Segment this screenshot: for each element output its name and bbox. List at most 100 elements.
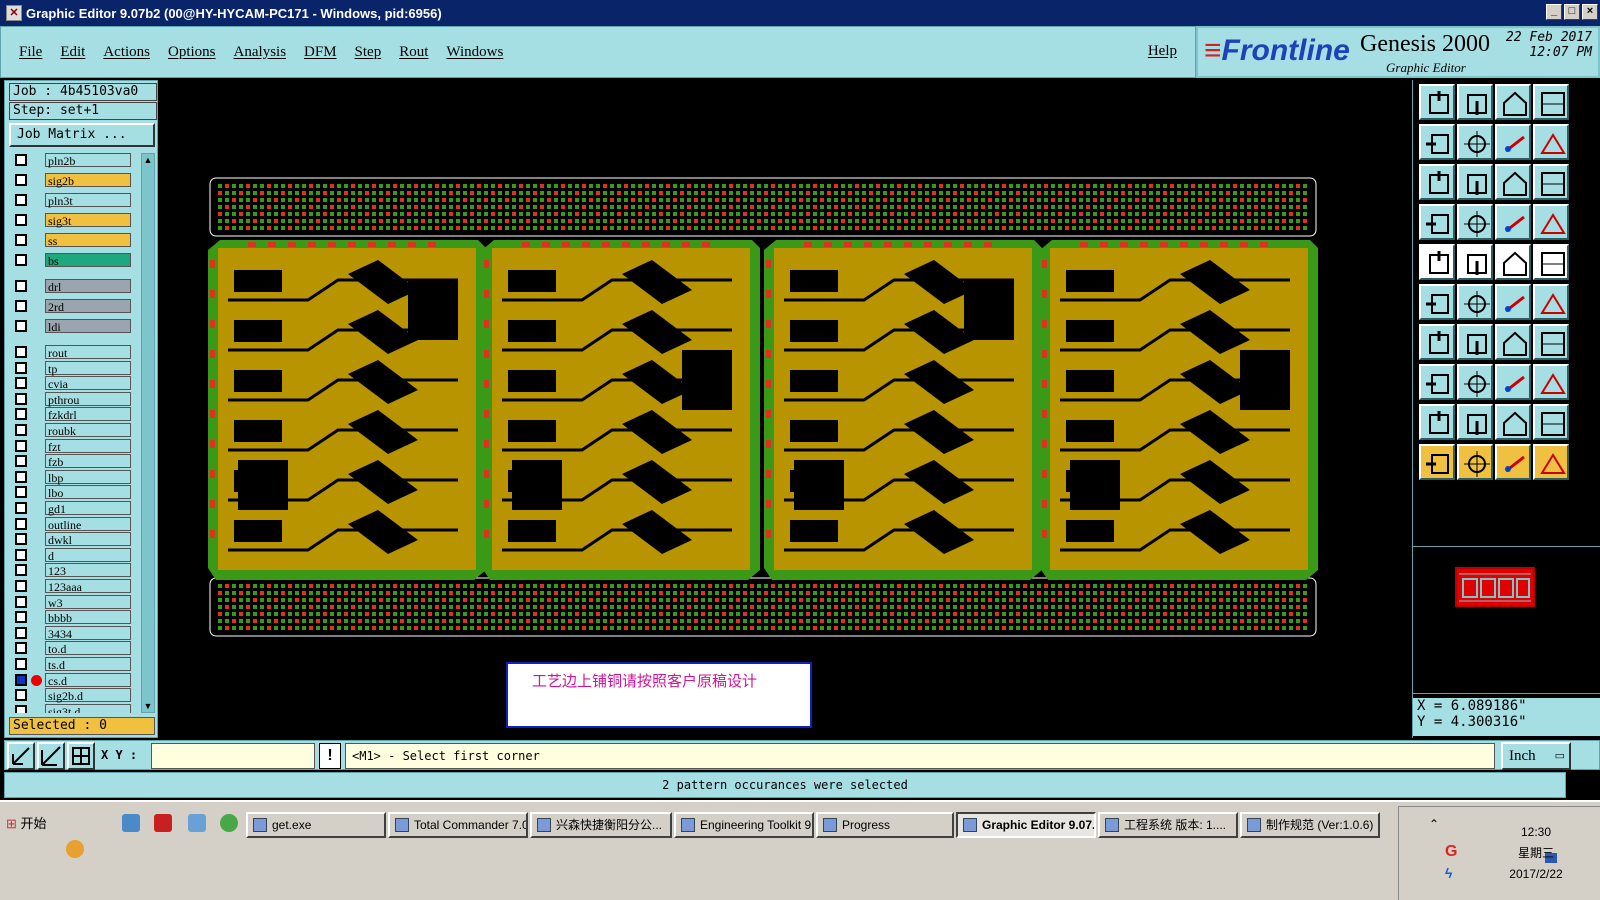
layer-row[interactable]: drl (9, 279, 139, 294)
xy-input[interactable] (151, 743, 315, 769)
grid-icon[interactable] (67, 742, 95, 770)
menu-step[interactable]: Step (355, 44, 382, 61)
poly-b-icon[interactable] (1457, 404, 1493, 440)
layer-checkbox[interactable] (15, 673, 27, 686)
layer-name[interactable]: ldi (45, 319, 131, 334)
menu-rout[interactable]: Rout (399, 44, 428, 61)
exclamation-button[interactable]: ! (319, 743, 341, 769)
layer-row[interactable]: sig3t.d (9, 703, 139, 713)
layer-row[interactable]: bs (9, 253, 139, 268)
layer-name[interactable]: 123 (45, 563, 131, 578)
layer-checkbox[interactable] (15, 642, 27, 655)
fit-window-icon[interactable] (1533, 84, 1569, 120)
layer-checkbox[interactable] (15, 486, 27, 499)
select-box-icon[interactable] (1457, 444, 1493, 480)
dot-icon[interactable] (1533, 244, 1569, 280)
select-poly-icon[interactable] (1495, 444, 1531, 480)
layer-name[interactable]: cvia (45, 376, 131, 391)
layer-name[interactable]: sig2b.d (45, 688, 131, 703)
layer-scrollbar[interactable]: ▲ ▼ (141, 153, 155, 713)
ruler-icon[interactable] (1495, 244, 1531, 280)
minimize-button[interactable]: _ (1546, 4, 1562, 20)
layer-row[interactable]: pln3t (9, 193, 139, 208)
pdf-icon[interactable] (154, 814, 172, 832)
calculator-icon[interactable] (188, 814, 206, 832)
layer-name[interactable]: 123aaa (45, 579, 131, 594)
taskbar-task[interactable]: Progress (816, 812, 954, 838)
text-icon[interactable] (1533, 324, 1569, 360)
layer-checkbox[interactable] (15, 280, 27, 292)
taskbar-task[interactable]: 制作规范 (Ver:1.0.6) (1240, 812, 1380, 838)
layer-row[interactable]: fzkdrl (9, 407, 139, 422)
tray-expand-icon[interactable]: ⌃ (1429, 817, 1439, 831)
layer-row[interactable]: sig2b (9, 173, 139, 188)
move-icon[interactable] (1495, 284, 1531, 320)
menu-file[interactable]: File (19, 44, 42, 61)
unit-selector[interactable]: Inch ▭ (1501, 742, 1571, 770)
layer-checkbox[interactable] (15, 455, 27, 468)
layer-row[interactable]: cs.d (9, 672, 139, 688)
layer-row[interactable]: tp (9, 360, 139, 376)
layer-checkbox[interactable] (15, 564, 27, 577)
pcb-panel-view[interactable] (160, 80, 1410, 660)
layer-name[interactable]: rout (45, 345, 131, 360)
snap-pad-icon[interactable] (1419, 364, 1455, 400)
close-button[interactable]: × (1582, 4, 1598, 20)
taskbar-task[interactable]: 兴森快捷衡阳分公... (530, 812, 672, 838)
layer-name[interactable]: sig2b (45, 173, 131, 188)
layer-name[interactable]: pln3t (45, 193, 131, 208)
layer-row[interactable]: pln2b (9, 153, 139, 168)
layer-name[interactable]: roubk (45, 423, 131, 438)
layer-checkbox[interactable] (15, 300, 27, 312)
layer-checkbox[interactable] (15, 439, 27, 452)
layer-name[interactable]: cs.d (45, 672, 131, 688)
overview-thumbnail[interactable] (1455, 567, 1535, 607)
poly-a-icon[interactable] (1419, 404, 1455, 440)
grid-toggle-icon[interactable] (1457, 204, 1493, 240)
layer-name[interactable]: bs (45, 253, 131, 268)
layer-row[interactable]: sig3t (9, 213, 139, 228)
graphic-canvas[interactable]: 工艺边上铺铜请按照客户原稿设计 (160, 80, 1410, 738)
layer-name[interactable]: ts.d (45, 657, 131, 672)
layer-name[interactable]: ss (45, 233, 131, 248)
layer-checkbox[interactable] (15, 174, 27, 186)
layer-checkbox[interactable] (15, 580, 27, 592)
layer-row[interactable]: ts.d (9, 657, 139, 672)
layer-row[interactable]: sig2b.d (9, 688, 139, 703)
pan-right-icon[interactable] (1457, 124, 1493, 160)
layer-row[interactable]: lbp (9, 469, 139, 485)
layer-checkbox[interactable] (15, 689, 27, 702)
layer-row[interactable]: roubk (9, 423, 139, 438)
array-icon[interactable] (1533, 364, 1569, 400)
scroll-up-icon[interactable]: ▲ (143, 155, 153, 165)
layer-name[interactable]: bbbb (45, 610, 131, 625)
layer-name[interactable]: fzt (45, 438, 131, 454)
layer-row[interactable]: ss (9, 233, 139, 248)
layer-checkbox[interactable] (15, 658, 27, 670)
layer-row[interactable]: fzt (9, 438, 139, 454)
taskbar-clock[interactable]: 12:30 星期三 2017/2/22 (1500, 822, 1572, 885)
layer-row[interactable]: d (9, 547, 139, 563)
layer-name[interactable]: lbp (45, 469, 131, 485)
layer-name[interactable]: fzkdrl (45, 407, 131, 422)
layer-row[interactable]: 123 (9, 563, 139, 578)
menu-actions[interactable]: Actions (103, 44, 150, 61)
layer-row[interactable]: w3 (9, 594, 139, 610)
line-icon[interactable] (1419, 324, 1455, 360)
arc-icon[interactable] (1495, 324, 1531, 360)
layer-name[interactable]: 2rd (45, 299, 131, 314)
taskbar-task[interactable]: Total Commander 7.0... (388, 812, 528, 838)
layer-checkbox[interactable] (15, 194, 27, 206)
menu-edit[interactable]: Edit (60, 44, 85, 61)
quicklaunch-icon[interactable] (122, 814, 140, 832)
layer-b-icon[interactable] (1533, 204, 1569, 240)
layer-name[interactable]: sig3t.d (45, 703, 131, 713)
select-icon[interactable] (1419, 444, 1455, 480)
layer-checkbox[interactable] (15, 320, 27, 332)
tray-app-icon[interactable]: G (1445, 843, 1457, 861)
layer-name[interactable]: outline (45, 516, 131, 532)
maximize-button[interactable]: □ (1564, 4, 1580, 20)
taskbar-task[interactable]: 工程系统 版本: 1.... (1098, 812, 1238, 838)
layer-checkbox[interactable] (15, 214, 27, 226)
taskbar-task[interactable]: Graphic Editor 9.07... (956, 812, 1096, 838)
